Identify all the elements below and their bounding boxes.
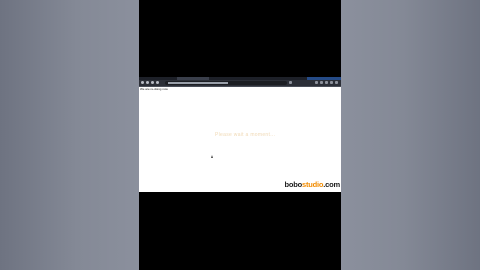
extension-icon[interactable] (315, 81, 318, 84)
extension-icon[interactable] (330, 81, 333, 84)
browser-window: We are re-doing now Please wait a moment… (139, 77, 341, 192)
menu-icon[interactable] (335, 81, 338, 84)
watermark-logo: bobostudio.com (284, 180, 340, 189)
page-text: We are re-doing now (140, 87, 168, 91)
address-bar[interactable] (165, 81, 287, 85)
watermark-part1: bobo (284, 180, 302, 189)
watermark-part2: studio (301, 180, 324, 189)
extension-icon[interactable] (325, 81, 328, 84)
watermark-part3: .com (323, 180, 340, 189)
back-arrow-icon[interactable] (141, 81, 144, 84)
page-content: We are re-doing now Please wait a moment… (139, 87, 341, 192)
loading-text: Please wait a moment... (215, 132, 276, 138)
url-text (168, 82, 228, 84)
mouse-cursor-icon (211, 155, 213, 158)
forward-arrow-icon[interactable] (146, 81, 149, 84)
video-frame: We are re-doing now Please wait a moment… (139, 0, 341, 270)
home-icon[interactable] (156, 81, 159, 84)
extension-icon[interactable] (289, 81, 292, 84)
extension-icon[interactable] (320, 81, 323, 84)
reload-icon[interactable] (151, 81, 154, 84)
browser-toolbar (139, 80, 341, 87)
